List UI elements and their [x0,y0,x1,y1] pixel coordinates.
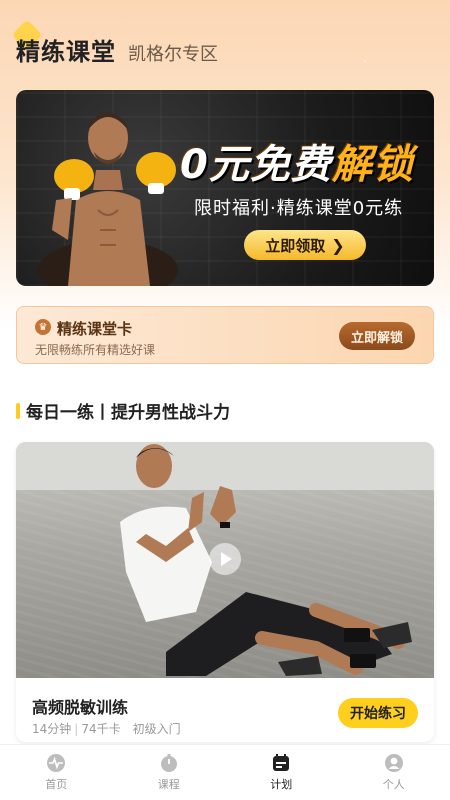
section-accent-bar [16,402,20,419]
calendar-icon [271,753,291,773]
play-button[interactable] [209,543,241,575]
membership-card[interactable]: ♛ 精练课堂卡 无限畅练所有精选好课 立即解锁 [16,306,434,364]
section-heading: 每日一练丨提升男性战斗力 [16,398,230,423]
crown-icon: ♛ [35,319,51,335]
course-card[interactable]: 高频脱敏训练 14分钟 | 74千卡 初级入门 开始练习 [16,442,434,742]
course-level: 初级入门 [132,722,181,736]
tab-courses[interactable]: 课程 [113,745,226,800]
banner-headline: 0元免费解锁 [180,132,425,190]
course-title: 高频脱敏训练 [32,698,129,717]
claim-now-label: 立即领取 [265,236,326,255]
membership-card-title: 精练课堂卡 [57,320,133,338]
membership-card-description: 无限畅练所有精选好课 [35,343,156,357]
banner-subline: 限时福利·精练课堂0元练 [194,198,404,219]
tab-home[interactable]: 首页 [0,745,113,800]
banner-headline-prefix: 0元免费 [180,142,332,188]
chevron-right-icon: ❯ [331,235,345,255]
bottom-tab-bar: 首页 课程 计划 个人 [0,744,450,800]
unlock-now-button[interactable]: 立即解锁 [339,322,415,350]
page-title: 精练课堂 [16,38,116,66]
tab-courses-label: 课程 [157,778,180,791]
play-icon [221,552,232,566]
stopwatch-icon [159,753,179,773]
boxer-image [38,112,178,286]
course-meta: 14分钟 | 74千卡 初级入门 [32,720,181,737]
course-duration: 14分钟 [32,722,72,736]
page-subtitle: 凯格尔专区 [128,44,218,65]
start-practice-button[interactable]: 开始练习 [338,698,418,728]
claim-now-button[interactable]: 立即领取 ❯ [244,230,366,260]
tab-profile[interactable]: 个人 [338,745,450,800]
course-thumbnail[interactable] [16,442,434,678]
tab-profile-label: 个人 [382,778,405,791]
pulse-icon [46,753,66,773]
banner-headline-highlight: 解锁 [331,142,414,188]
user-icon [384,753,404,773]
promo-banner[interactable]: 0元免费解锁 限时福利·精练课堂0元练 立即领取 ❯ [16,90,434,286]
header: 精练课堂 凯格尔专区 [11,19,218,72]
course-calories: 74千卡 [81,722,121,736]
section-title: 每日一练丨提升男性战斗力 [26,403,230,423]
tab-plan[interactable]: 计划 [225,745,338,800]
tab-plan-label: 计划 [270,778,293,791]
tab-home-label: 首页 [45,778,68,791]
meta-divider: | [74,721,79,736]
